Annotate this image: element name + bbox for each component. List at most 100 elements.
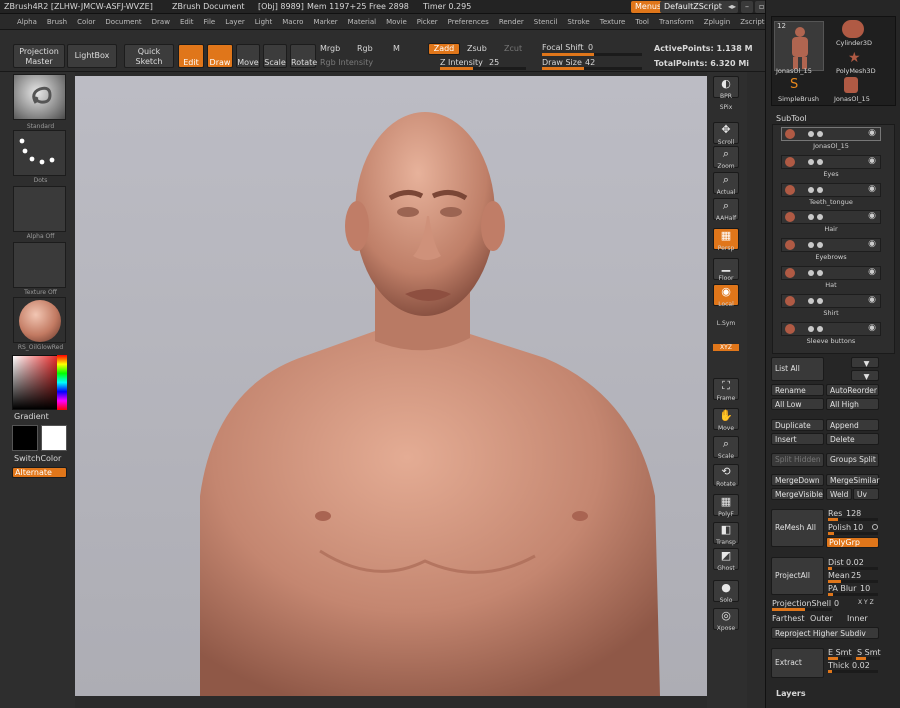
visibility-eye-icon[interactable]: ◉ (868, 156, 876, 166)
menu-draw[interactable]: Draw (147, 18, 175, 26)
subtool-toggle-icon[interactable] (817, 325, 823, 332)
mean-slider[interactable] (828, 580, 878, 583)
menu-brush[interactable]: Brush (42, 18, 72, 26)
subtool-toggle-icon[interactable] (817, 131, 823, 137)
menu-document[interactable]: Document (100, 18, 146, 26)
mrgb-button[interactable]: Mrgb (320, 44, 340, 53)
pa-blur-slider[interactable] (828, 593, 878, 596)
draw-size-slider[interactable] (542, 67, 642, 70)
insert-button[interactable]: Insert (771, 433, 824, 445)
menu-edit[interactable]: Edit (175, 18, 199, 26)
transp-button[interactable]: ◧ Transp (713, 522, 739, 546)
gradient-label[interactable]: Gradient (14, 412, 49, 421)
reproject-higher-subdiv-button[interactable]: Reproject Higher Subdiv (771, 627, 879, 639)
primary-color-swatch[interactable] (12, 425, 38, 451)
secondary-color-swatch[interactable] (41, 425, 67, 451)
projection-master-button[interactable]: Projection Master (13, 44, 65, 68)
subtool-toggle-icon[interactable] (817, 270, 823, 276)
rotate-button[interactable]: ⟲ Rotate (713, 464, 739, 488)
e-smt-label[interactable]: E Smt (828, 648, 852, 657)
spix-button[interactable]: SPix (707, 104, 745, 111)
subtool-toggle-icon[interactable] (817, 242, 823, 249)
subtool-toggle-icon[interactable] (817, 214, 823, 221)
mergedown-button[interactable]: MergeDown (771, 474, 824, 486)
subtool-row[interactable]: ◉ (781, 154, 881, 169)
menu-render[interactable]: Render (494, 18, 529, 26)
farthest-button[interactable]: Farthest (772, 614, 805, 623)
menu-macro[interactable]: Macro (277, 18, 308, 26)
quick-sketch-button[interactable]: Quick Sketch (124, 44, 174, 68)
all-low-button[interactable]: All Low (771, 398, 824, 410)
subtool-row[interactable]: ◉ (781, 266, 881, 280)
zoom-button[interactable]: ⌕ Zoom (713, 146, 739, 170)
delete-button[interactable]: Delete (826, 433, 879, 445)
menu-zplugin[interactable]: Zplugin (699, 18, 735, 26)
local-button[interactable]: ◉ Local (713, 284, 739, 308)
draw-button[interactable]: Draw (207, 44, 233, 68)
polymesh-star-icon[interactable]: ★ (848, 50, 861, 66)
polish-toggle-icon[interactable] (872, 524, 878, 530)
menu-alpha[interactable]: Alpha (12, 18, 42, 26)
rename-button[interactable]: Rename (771, 384, 824, 396)
res-slider[interactable] (828, 518, 878, 521)
zsub-button[interactable]: Zsub (467, 44, 487, 53)
xyz-button[interactable]: XYZ (713, 344, 739, 351)
menu-color[interactable]: Color (72, 18, 100, 26)
subtool-row[interactable]: ◉ (781, 127, 881, 141)
mergesimilar-button[interactable]: MergeSimilar (826, 474, 879, 486)
hue-strip[interactable] (57, 355, 67, 410)
alternate-button[interactable]: Alternate (12, 467, 67, 478)
subtool-toggle-icon[interactable] (808, 131, 814, 137)
subtool-toggle-icon[interactable] (808, 325, 814, 332)
visibility-eye-icon[interactable]: ◉ (868, 267, 876, 277)
menu-light[interactable]: Light (250, 18, 277, 26)
cylinder-icon[interactable] (842, 20, 864, 38)
visibility-eye-icon[interactable]: ◉ (868, 323, 876, 333)
subtool-toggle-icon[interactable] (808, 242, 814, 249)
split-hidden-button[interactable]: Split Hidden (771, 453, 824, 467)
subtool-toggle-icon[interactable] (817, 297, 823, 304)
simplebrush-icon[interactable]: S (790, 77, 798, 92)
extract-button[interactable]: Extract (771, 648, 824, 678)
menu-material[interactable]: Material (343, 18, 381, 26)
remesh-all-button[interactable]: ReMesh All (771, 509, 824, 547)
menu-layer[interactable]: Layer (220, 18, 250, 26)
edit-button[interactable]: Edit (178, 44, 204, 68)
arrows-icon[interactable]: ◂▸ (724, 1, 738, 13)
scroll-button[interactable]: ✥ Scroll (713, 122, 739, 146)
visibility-eye-icon[interactable]: ◉ (868, 128, 876, 138)
rgb-intensity-slider[interactable]: Rgb Intensity (320, 58, 373, 67)
visibility-eye-icon[interactable]: ◉ (868, 295, 876, 305)
persp-button[interactable]: ▦ Persp (713, 228, 739, 252)
scale-button[interactable]: ⌕ Scale (713, 436, 739, 460)
menu-texture[interactable]: Texture (595, 18, 631, 26)
outer-button[interactable]: Outer (810, 614, 833, 623)
polyf-button[interactable]: ▦ PolyF (713, 494, 739, 518)
projection-shell-slider[interactable] (772, 608, 832, 611)
ghost-button[interactable]: ◩ Ghost (713, 548, 739, 572)
subtool-toggle-icon[interactable] (817, 186, 823, 193)
menu-marker[interactable]: Marker (308, 18, 342, 26)
s-smt-slider[interactable] (856, 657, 880, 660)
actual-button[interactable]: ⌕ Actual (713, 172, 739, 196)
layers-title[interactable]: Layers (776, 689, 806, 698)
texture-thumbnail[interactable]: Texture Off (13, 242, 66, 296)
dist-slider[interactable] (828, 567, 878, 570)
xyz-flag[interactable]: X Y Z (858, 599, 874, 606)
subtool-toggle-icon[interactable] (808, 186, 814, 193)
bpr-button[interactable]: ◐ BPR (713, 76, 739, 100)
subtool-row[interactable]: ◉ (781, 182, 881, 197)
duplicate-button[interactable]: Duplicate (771, 419, 824, 431)
subtool-row[interactable]: ◉ (781, 210, 881, 225)
floor-button[interactable]: ▁ Floor (713, 258, 739, 282)
default-zscript-button[interactable]: DefaultZScript (660, 1, 726, 13)
menu-stencil[interactable]: Stencil (529, 18, 563, 26)
z-intensity-slider[interactable] (440, 67, 526, 70)
visibility-eye-icon[interactable]: ◉ (868, 211, 876, 221)
menu-movie[interactable]: Movie (381, 18, 412, 26)
brush-thumbnail[interactable]: Standard (13, 74, 66, 130)
canvas-viewport[interactable] (75, 76, 707, 696)
weld-button[interactable]: Weld (826, 488, 852, 500)
menu-picker[interactable]: Picker (412, 18, 443, 26)
subtool-toggle-icon[interactable] (817, 158, 823, 165)
